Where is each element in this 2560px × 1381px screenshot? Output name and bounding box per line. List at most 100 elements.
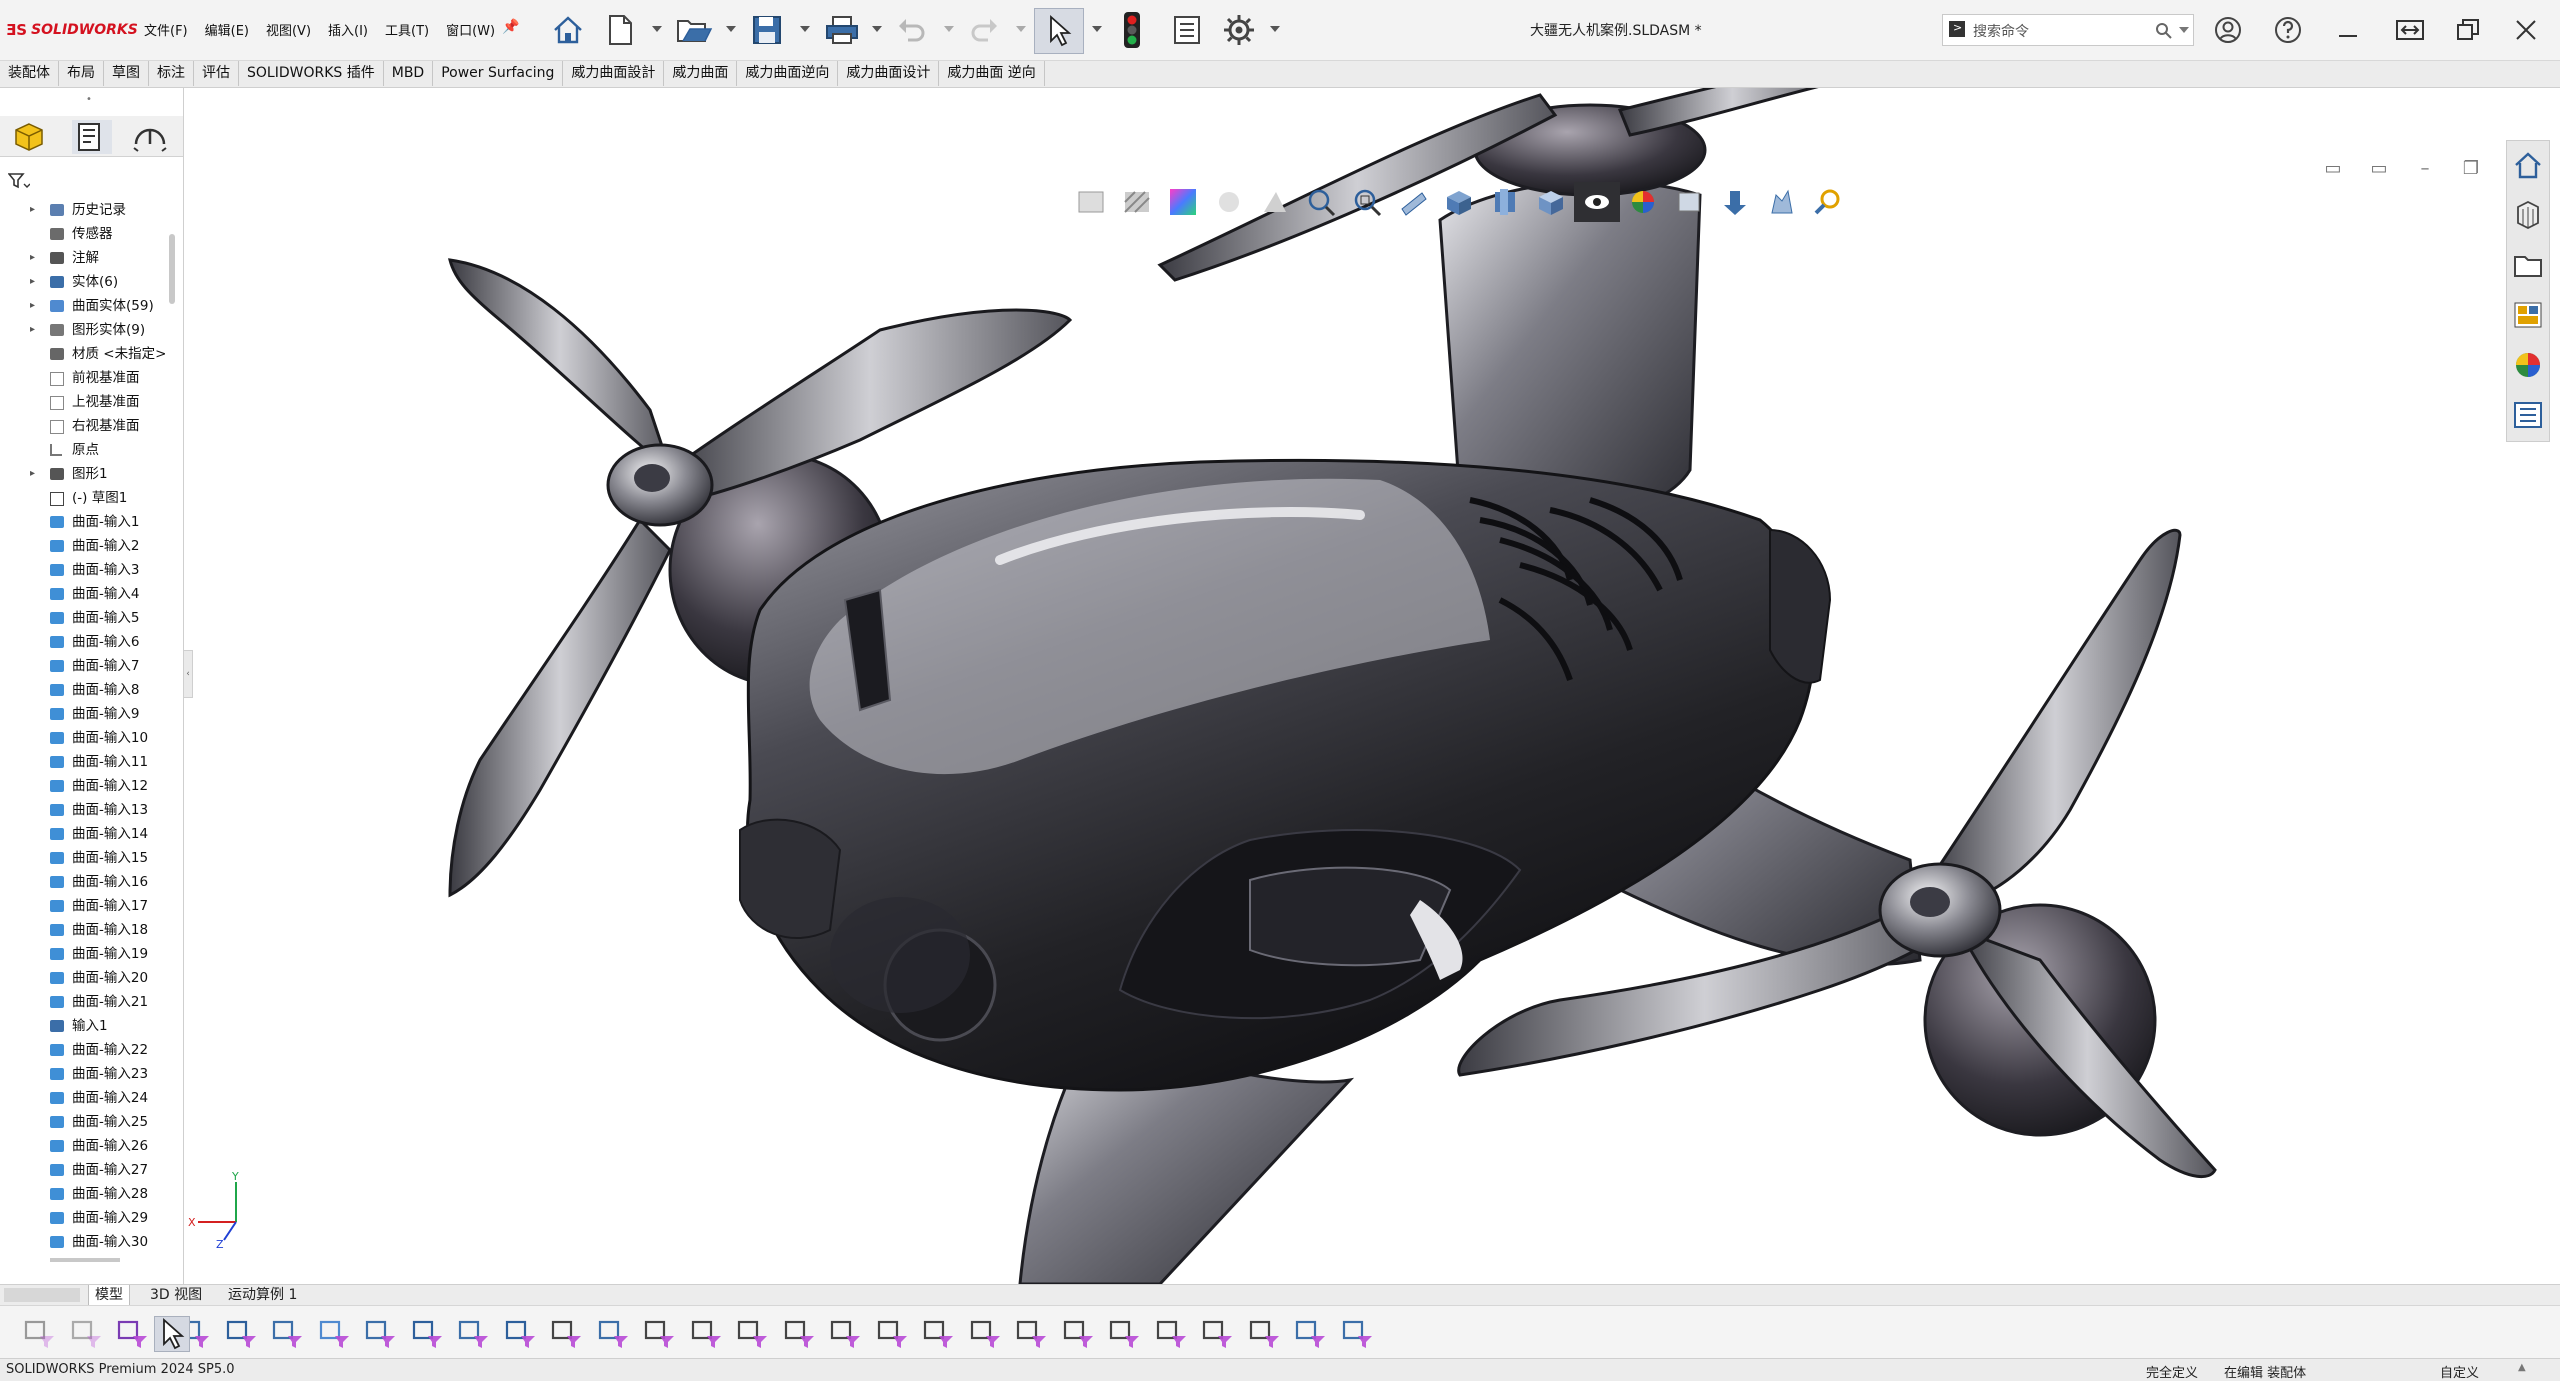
filter-datum-feature-icon[interactable] [921, 1316, 955, 1350]
doc-minimize-icon[interactable]: – [2402, 158, 2448, 179]
tree-node[interactable]: 曲面-输入8 [0, 678, 170, 702]
expand-arrow-icon[interactable]: ▸ [30, 270, 35, 294]
tree-node[interactable]: 前视基准面 [0, 366, 170, 390]
options-dropdown-icon[interactable] [1270, 26, 1280, 32]
tree-node[interactable]: 曲面-输入26 [0, 1134, 170, 1158]
save-button[interactable] [746, 8, 788, 52]
print-dropdown-icon[interactable] [872, 26, 882, 32]
filter-surface-bodies-icon[interactable] [317, 1316, 351, 1350]
hud-section-pattern-button[interactable] [1114, 182, 1160, 222]
filter-clear-icon[interactable] [69, 1316, 103, 1350]
tree-node[interactable]: 曲面-输入30 [0, 1230, 170, 1254]
filter-gtol-icon[interactable] [828, 1316, 862, 1350]
redo-dropdown-icon[interactable] [1016, 26, 1026, 32]
tree-node[interactable]: 原点 [0, 438, 170, 462]
custom-properties-tab[interactable] [2512, 399, 2544, 431]
filter-cosmetic-threads-icon[interactable] [1061, 1316, 1095, 1350]
featuremanager-tab[interactable] [12, 120, 52, 154]
tree-node[interactable]: 曲面-输入16 [0, 870, 170, 894]
open-button[interactable] [672, 8, 716, 52]
tree-node[interactable]: ▸ 图形实体(9) [0, 318, 170, 342]
tree-node[interactable]: (-) 草图1 [0, 486, 170, 510]
hud-zoom-area-button[interactable] [1344, 182, 1390, 222]
tree-node[interactable]: ▸ 历史记录 [0, 198, 170, 222]
filter-dimensions-icon[interactable] [735, 1316, 769, 1350]
tree-node[interactable]: 曲面-输入25 [0, 1110, 170, 1134]
open-dropdown-icon[interactable] [726, 26, 736, 32]
tab-solidworks-addins[interactable]: SOLIDWORKS 插件 [239, 61, 384, 86]
tree-node[interactable]: 曲面-输入20 [0, 966, 170, 990]
tree-node[interactable]: 曲面-输入27 [0, 1158, 170, 1182]
restore-window-button[interactable] [2448, 8, 2488, 52]
filter-datum-targets-icon[interactable] [1014, 1316, 1048, 1350]
hud-section-view-button[interactable] [1436, 182, 1482, 222]
tree-scrollbar[interactable] [169, 234, 175, 304]
status-units-dropdown-icon[interactable]: ▲ [2518, 1362, 2526, 1373]
search-commands-input[interactable]: 搜索命令 [1942, 14, 2194, 46]
hud-shadow-button[interactable] [1206, 182, 1252, 222]
panel-grip-icon[interactable]: • [86, 94, 92, 105]
tab-power-surface-design[interactable]: 威力曲面设计 [838, 61, 940, 86]
hud-lighting-button[interactable] [1252, 182, 1298, 222]
new-document-button[interactable] [600, 8, 640, 52]
expand-arrow-icon[interactable]: ▸ [30, 246, 35, 270]
view-palette-tab[interactable] [2512, 299, 2544, 331]
filter-edges-icon[interactable] [224, 1316, 258, 1350]
tab-power-surface-reverse-2[interactable]: 威力曲面 逆向 [939, 61, 1045, 86]
filter-axes-icon[interactable] [410, 1316, 444, 1350]
filter-route-points-icon[interactable] [1200, 1316, 1234, 1350]
tree-node[interactable]: 传感器 [0, 222, 170, 246]
tab-assembly[interactable]: 装配体 [0, 61, 59, 86]
tab-3d-views[interactable]: 3D 视图 [144, 1285, 208, 1305]
expand-arrow-icon[interactable]: ▸ [30, 198, 35, 222]
hud-realview-button[interactable] [1758, 182, 1804, 222]
tree-node[interactable]: 上视基准面 [0, 390, 170, 414]
select-button[interactable] [1034, 8, 1084, 54]
expand-arrow-icon[interactable]: ▸ [30, 294, 35, 318]
tree-node[interactable]: 曲面-输入13 [0, 798, 170, 822]
filter-select-all-icon[interactable] [115, 1316, 149, 1350]
close-window-button[interactable] [2506, 8, 2546, 52]
filter-table-anchor-icon[interactable] [1340, 1316, 1374, 1350]
home-button[interactable] [548, 8, 588, 52]
tree-node[interactable]: 曲面-输入5 [0, 606, 170, 630]
tab-model[interactable]: 模型 [88, 1285, 130, 1306]
tile-left-icon[interactable]: ▭ [2310, 158, 2356, 179]
filter-blocks-icon[interactable] [1107, 1316, 1141, 1350]
hud-display-states-button[interactable] [1068, 182, 1114, 222]
tree-node[interactable]: 曲面-输入3 [0, 558, 170, 582]
tree-node[interactable]: 曲面-输入15 [0, 846, 170, 870]
menu-edit[interactable]: 编辑(E) [205, 20, 249, 39]
hud-appearance-button[interactable] [1160, 182, 1206, 222]
tree-node[interactable]: 输入1 [0, 1014, 170, 1038]
hud-render-tools-button[interactable] [1804, 182, 1850, 222]
configurationmanager-tab[interactable] [130, 120, 170, 154]
tree-node[interactable]: ▸ 图形1 [0, 462, 170, 486]
tree-node[interactable]: 曲面-输入24 [0, 1086, 170, 1110]
tree-node[interactable]: 曲面-输入22 [0, 1038, 170, 1062]
filter-sketch-segments-icon[interactable] [549, 1316, 583, 1350]
filter-surface-finish-icon[interactable] [782, 1316, 816, 1350]
filter-weld-symbols-icon[interactable] [968, 1316, 1002, 1350]
tree-node[interactable]: 右视基准面 [0, 414, 170, 438]
pin-menu-icon[interactable]: 📌 [502, 19, 519, 35]
hud-zoom-fit-button[interactable] [1298, 182, 1344, 222]
hud-display-style-button[interactable] [1528, 182, 1574, 222]
select-dropdown-icon[interactable] [1092, 26, 1102, 32]
graphics-area[interactable]: ▭ ▭ – ❐ ✕ [184, 88, 2560, 1284]
tree-node[interactable]: 曲面-输入2 [0, 534, 170, 558]
menu-tools[interactable]: 工具(T) [385, 20, 429, 39]
options-button[interactable] [1218, 8, 1260, 52]
tile-right-icon[interactable]: ▭ [2356, 158, 2402, 179]
appearances-tab[interactable] [2512, 349, 2544, 381]
filter-mates-icon[interactable] [1293, 1316, 1327, 1350]
tree-node[interactable]: 曲面-输入23 [0, 1062, 170, 1086]
rebuild-button[interactable] [1112, 8, 1152, 52]
tree-horizontal-scrollbar[interactable] [50, 1258, 120, 1262]
redo-button[interactable] [964, 8, 1004, 52]
filter-planes-icon[interactable] [456, 1316, 490, 1350]
help-button[interactable] [2268, 8, 2308, 52]
file-explorer-tab[interactable] [2512, 249, 2544, 281]
tab-sketch[interactable]: 草图 [104, 61, 149, 86]
tree-node[interactable]: 曲面-输入28 [0, 1182, 170, 1206]
